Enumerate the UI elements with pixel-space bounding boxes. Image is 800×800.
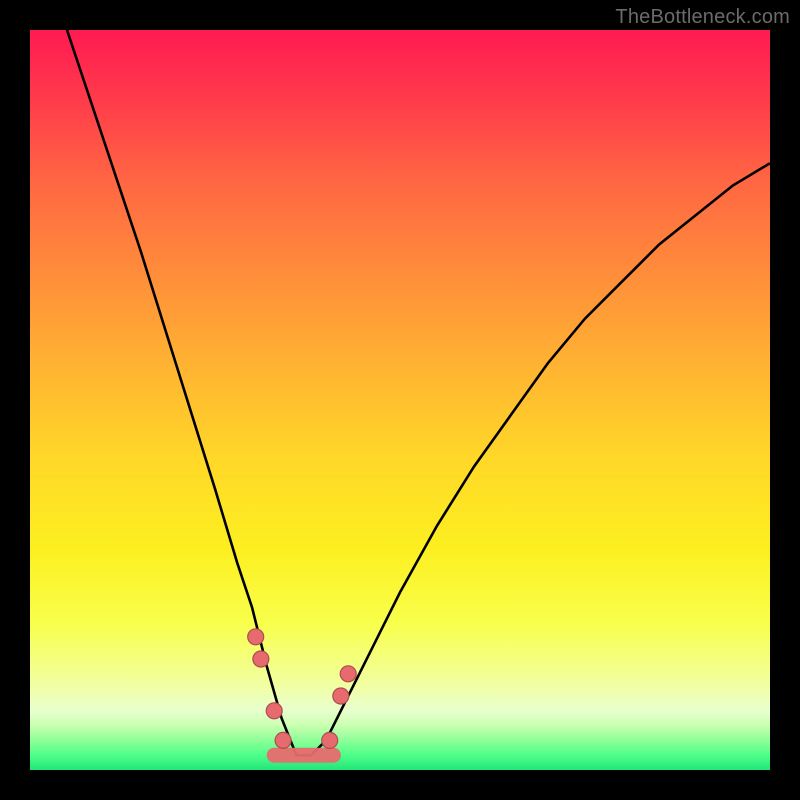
bottleneck-curve [67,30,770,755]
plot-area [30,30,770,770]
curve-marker [322,732,338,748]
curve-layer [30,30,770,770]
attribution-watermark: TheBottleneck.com [615,6,790,29]
curve-marker [248,629,264,645]
chart-frame: TheBottleneck.com [0,0,800,800]
curve-marker [340,666,356,682]
curve-marker [253,651,269,667]
curve-marker [266,703,282,719]
curve-marker [333,688,349,704]
curve-marker [275,732,291,748]
curve-markers [248,629,357,749]
